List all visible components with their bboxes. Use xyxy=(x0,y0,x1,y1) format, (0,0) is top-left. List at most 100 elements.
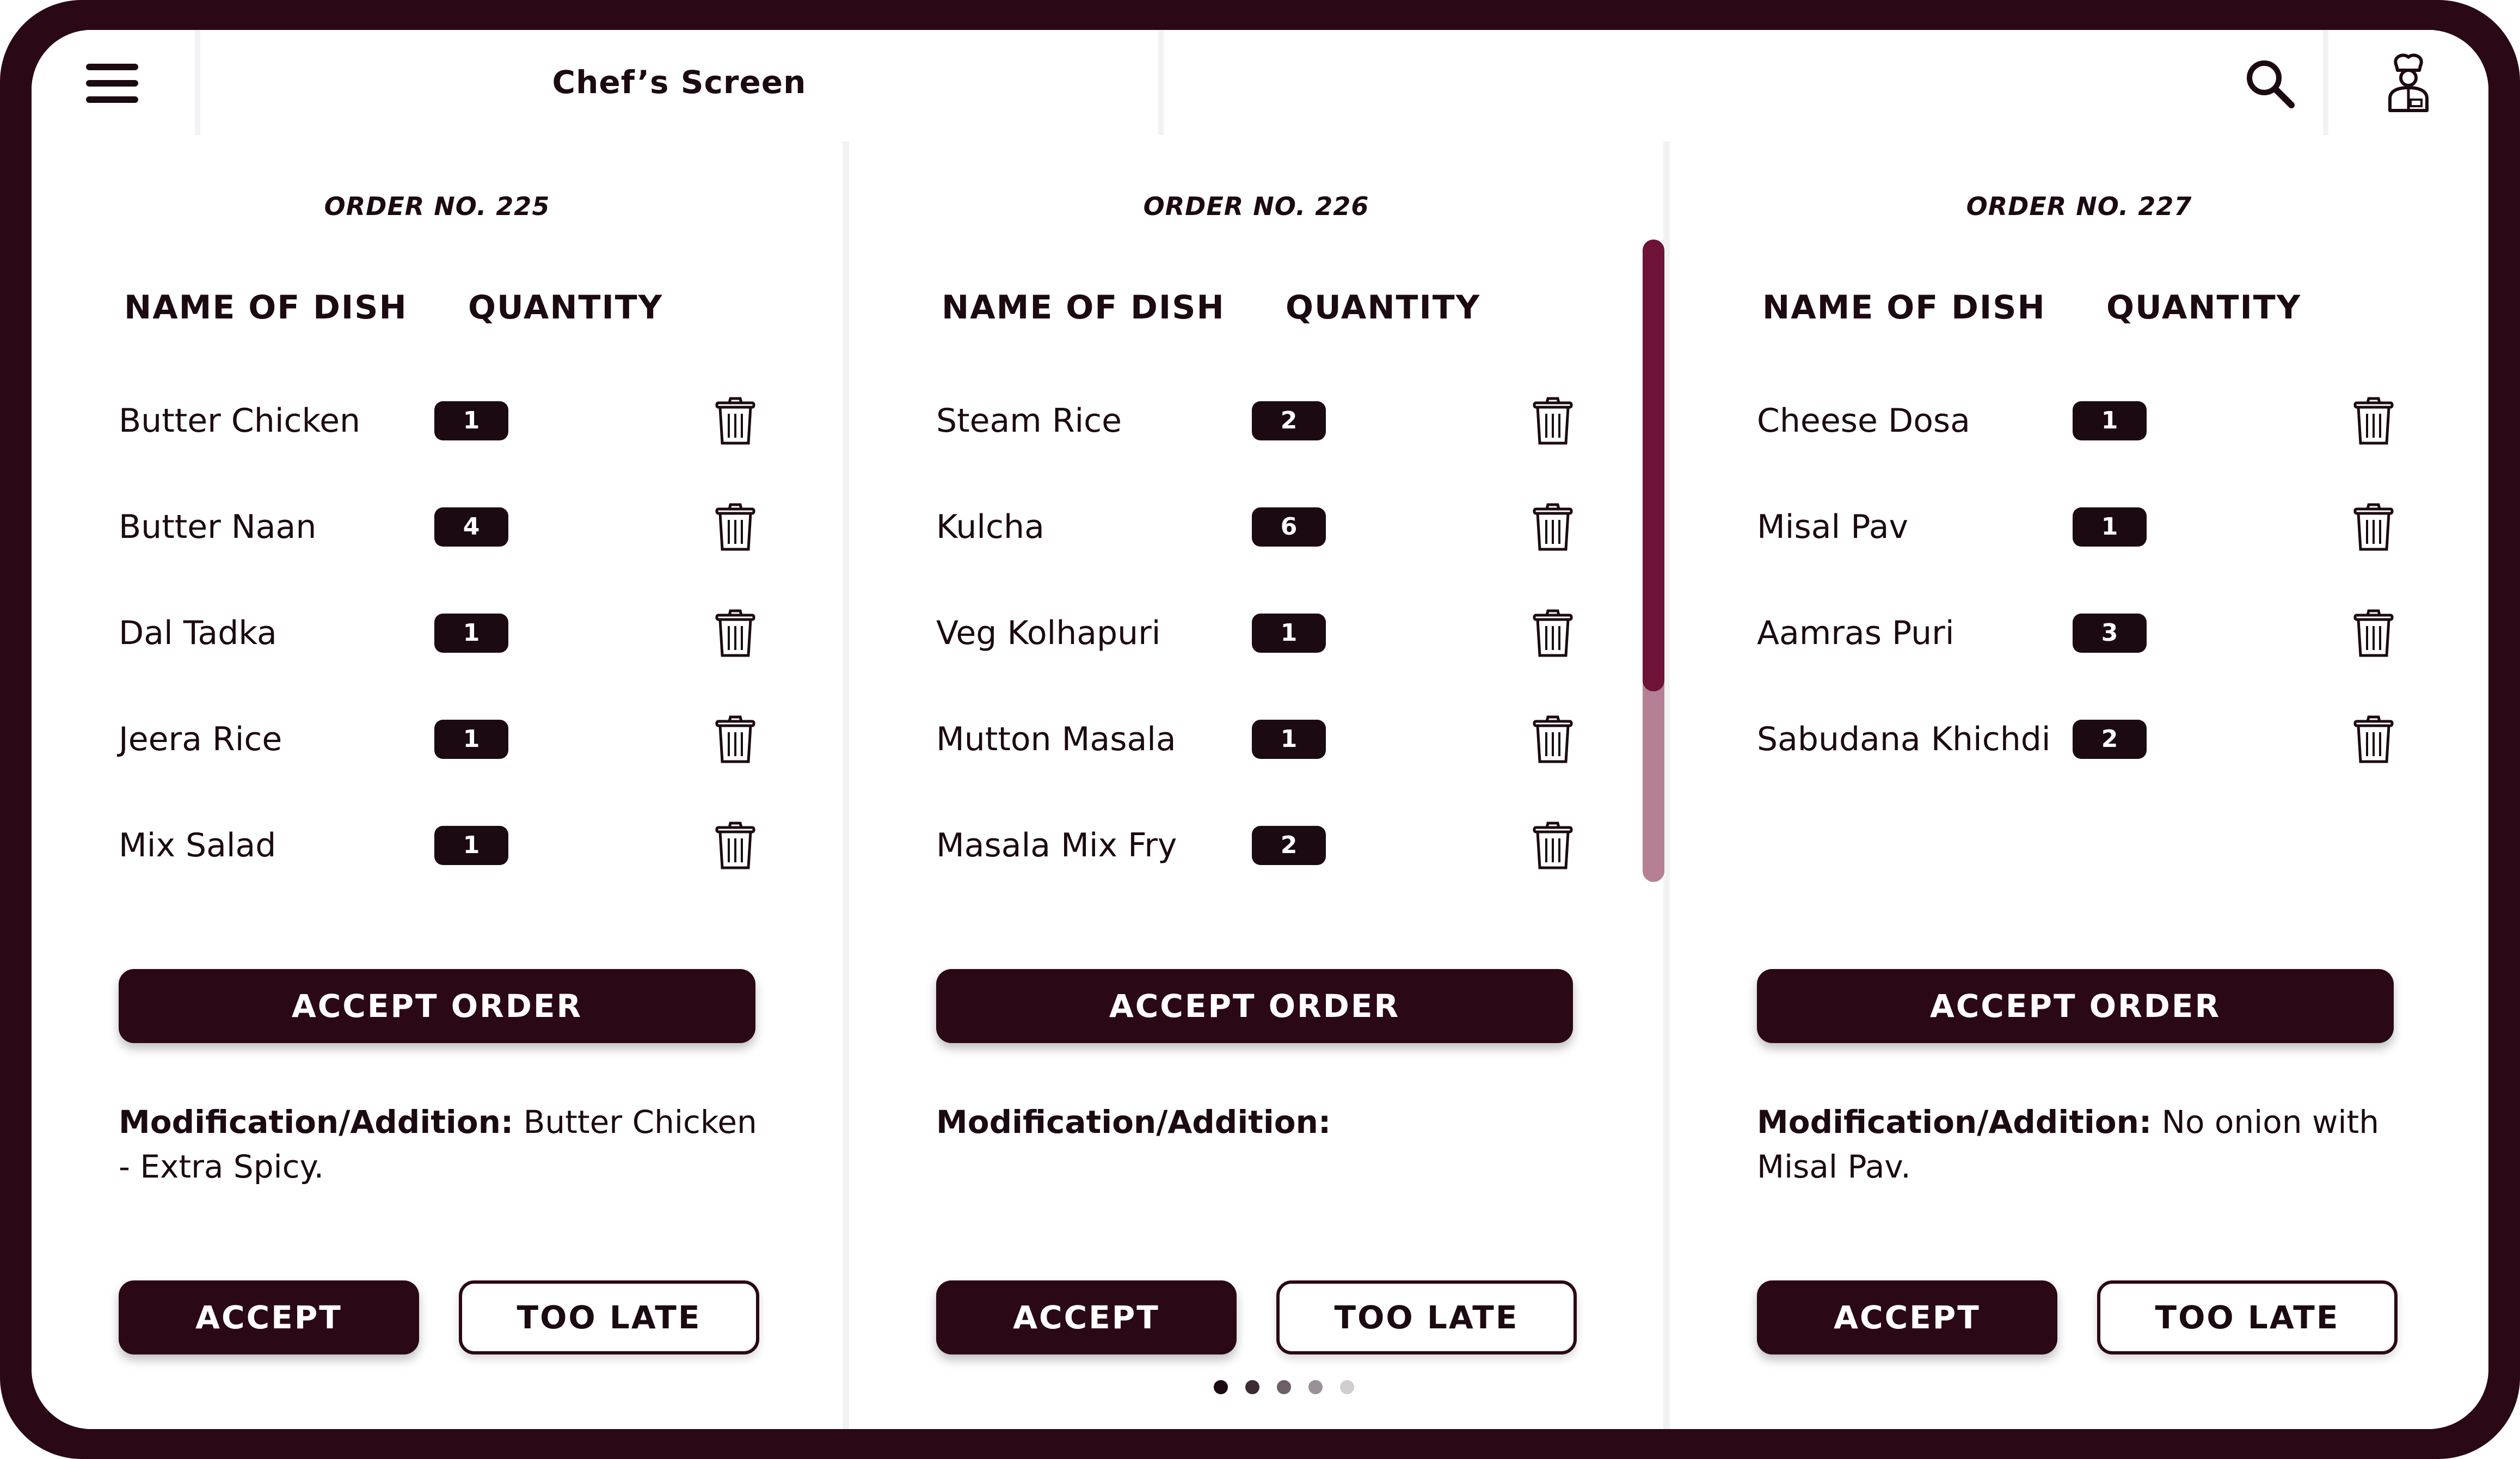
dish-name: Kulcha xyxy=(936,508,1044,546)
accept-button[interactable]: ACCEPT xyxy=(936,1280,1237,1354)
trash-icon[interactable] xyxy=(2353,715,2394,764)
accept-order-button[interactable]: ACCEPT ORDER xyxy=(936,969,1573,1043)
top-bar: Chef’s Screen xyxy=(32,30,2488,135)
trash-icon[interactable] xyxy=(715,502,756,551)
quantity-badge: 3 xyxy=(2073,614,2147,653)
dish-name: Sabudana Khichdi xyxy=(1757,720,2051,758)
dish-name: Veg Kolhapuri xyxy=(936,614,1161,652)
trash-icon[interactable] xyxy=(715,821,756,870)
quantity-badge: 2 xyxy=(1252,401,1326,440)
scrollbar-thumb[interactable] xyxy=(1643,240,1664,691)
search-cell xyxy=(1164,30,2323,135)
modification-label: Modification/Addition: xyxy=(936,1104,1331,1141)
order-item-row: Dal Tadka 1 xyxy=(32,592,843,674)
order-item-row: Steam Rice 2 xyxy=(849,380,1663,462)
accept-button[interactable]: ACCEPT xyxy=(1757,1280,2057,1354)
quantity-badge: 1 xyxy=(434,614,508,653)
accept-order-button[interactable]: ACCEPT ORDER xyxy=(119,969,755,1043)
order-item-row: Butter Chicken 1 xyxy=(32,380,843,462)
title-cell: Chef’s Screen xyxy=(200,30,1158,135)
modification-label: Modification/Addition: xyxy=(1757,1104,2152,1141)
page-dot-3[interactable] xyxy=(1277,1380,1291,1394)
column-divider xyxy=(843,142,849,1429)
profile-cell xyxy=(2328,30,2488,135)
order-item-row: Misal Pav 1 xyxy=(1670,486,2488,568)
accept-order-button[interactable]: ACCEPT ORDER xyxy=(1757,969,2394,1043)
trash-icon[interactable] xyxy=(715,396,756,445)
quantity-badge: 2 xyxy=(1252,826,1326,865)
dish-name: Steam Rice xyxy=(936,402,1122,440)
chef-icon[interactable] xyxy=(2376,50,2441,115)
order-item-row: Mutton Masala 1 xyxy=(849,698,1663,780)
order-item-row: Butter Naan 4 xyxy=(32,486,843,568)
order-item-row: Veg Kolhapuri 1 xyxy=(849,592,1663,674)
trash-icon[interactable] xyxy=(1532,396,1574,445)
order-item-row: Aamras Puri 3 xyxy=(1670,592,2488,674)
order-number: ORDER NO. 227 xyxy=(1966,192,2192,221)
quantity-header: QUANTITY xyxy=(2106,289,2302,327)
dish-name: Masala Mix Fry xyxy=(936,826,1177,865)
search-icon[interactable] xyxy=(2242,56,2297,111)
trash-icon[interactable] xyxy=(1532,821,1574,870)
modification-note: Modification/Addition: xyxy=(936,1100,1589,1144)
trash-icon[interactable] xyxy=(1532,502,1574,551)
order-card-225: ORDER NO. 225 NAME OF DISH QUANTITY Butt… xyxy=(32,142,843,1429)
dish-header: NAME OF DISH xyxy=(124,289,408,327)
accept-button[interactable]: ACCEPT xyxy=(119,1280,419,1354)
dish-name: Butter Naan xyxy=(119,508,317,546)
page-dot-5[interactable] xyxy=(1340,1380,1354,1394)
quantity-header: QUANTITY xyxy=(468,289,663,327)
dish-header: NAME OF DISH xyxy=(1762,289,2046,327)
dish-name: Mutton Masala xyxy=(936,720,1176,758)
quantity-badge: 1 xyxy=(1252,720,1326,759)
dish-header: NAME OF DISH xyxy=(942,289,1225,327)
quantity-badge: 1 xyxy=(434,720,508,759)
quantity-header: QUANTITY xyxy=(1286,289,1481,327)
trash-icon[interactable] xyxy=(2353,502,2394,551)
trash-icon[interactable] xyxy=(2353,609,2394,658)
trash-icon[interactable] xyxy=(1532,715,1574,764)
modification-note: Modification/Addition: No onion with Mis… xyxy=(1757,1100,2410,1189)
trash-icon[interactable] xyxy=(1532,609,1574,658)
trash-icon[interactable] xyxy=(2353,396,2394,445)
quantity-badge: 1 xyxy=(434,826,508,865)
order-number: ORDER NO. 225 xyxy=(324,192,550,221)
hamburger-icon[interactable] xyxy=(86,64,138,103)
screen: Chef’s Screen ORDER NO. 225 NAME OF DISH… xyxy=(32,30,2488,1429)
dish-name: Butter Chicken xyxy=(119,402,361,440)
order-number: ORDER NO. 226 xyxy=(1143,192,1369,221)
modification-note: Modification/Addition: Butter Chicken - … xyxy=(119,1100,772,1189)
quantity-badge: 1 xyxy=(2073,401,2147,440)
dish-name: Aamras Puri xyxy=(1757,614,1954,652)
quantity-badge: 1 xyxy=(434,401,508,440)
trash-icon[interactable] xyxy=(715,609,756,658)
too-late-button[interactable]: TOO LATE xyxy=(2097,1280,2398,1354)
dish-name: Misal Pav xyxy=(1757,508,1908,546)
quantity-badge: 1 xyxy=(2073,507,2147,547)
dish-name: Mix Salad xyxy=(119,826,276,865)
scrollbar-track[interactable] xyxy=(1643,240,1664,882)
dish-name: Jeera Rice xyxy=(119,720,282,758)
order-item-row: Cheese Dosa 1 xyxy=(1670,380,2488,462)
order-card-227: ORDER NO. 227 NAME OF DISH QUANTITY Chee… xyxy=(1670,142,2488,1429)
quantity-badge: 1 xyxy=(1252,614,1326,653)
order-item-row: Masala Mix Fry 2 xyxy=(849,805,1663,886)
page-dot-1[interactable] xyxy=(1214,1380,1228,1394)
order-item-row: Kulcha 6 xyxy=(849,486,1663,568)
quantity-badge: 2 xyxy=(2073,720,2147,759)
too-late-button[interactable]: TOO LATE xyxy=(459,1280,759,1354)
dish-name: Dal Tadka xyxy=(119,614,277,652)
modification-label: Modification/Addition: xyxy=(119,1104,514,1141)
order-item-row: Jeera Rice 1 xyxy=(32,698,843,780)
too-late-button[interactable]: TOO LATE xyxy=(1276,1280,1577,1354)
quantity-badge: 4 xyxy=(434,507,508,547)
order-item-row: Sabudana Khichdi 2 xyxy=(1670,698,2488,780)
order-card-226: ORDER NO. 226 NAME OF DISH QUANTITY Stea… xyxy=(849,142,1663,1429)
page-dot-2[interactable] xyxy=(1245,1380,1259,1394)
trash-icon[interactable] xyxy=(715,715,756,764)
page-dot-4[interactable] xyxy=(1308,1380,1323,1394)
menu-cell xyxy=(32,30,195,135)
quantity-badge: 6 xyxy=(1252,507,1326,547)
page-title: Chef’s Screen xyxy=(552,64,807,101)
dish-name: Cheese Dosa xyxy=(1757,402,1970,440)
